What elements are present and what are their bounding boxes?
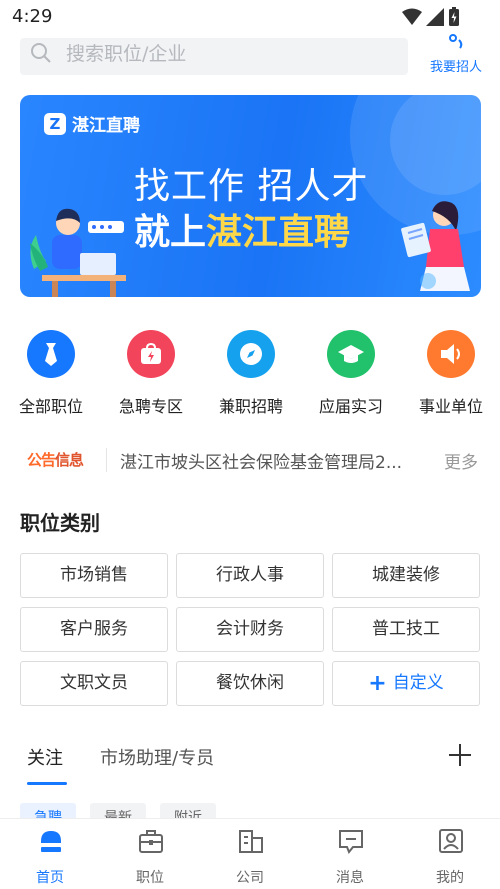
category-button[interactable]: 行政人事 [176,553,324,598]
quick-entry-label: 急聘专区 [118,397,183,416]
quick-entry-urgent[interactable]: 急聘专区 [105,330,195,420]
battery-icon [449,7,459,26]
quick-entry-graduates[interactable]: 应届实习 [305,330,395,420]
category-button[interactable]: 普工技工 [332,607,480,652]
banner-logo: Z 湛江直聘 [44,111,140,136]
recruit-label: 我要招人 [429,60,482,75]
bag-icon [127,330,175,378]
nav-label: 我的 [436,870,464,886]
status-bar: 4:29 [0,0,500,34]
nav-companies[interactable]: 公司 [215,827,285,887]
woman-with-document-illustration [401,201,470,291]
quick-entry-public-institutions[interactable]: 事业单位 [405,330,495,420]
bottom-navigation: 首页 职位 公司 消息 我的 [0,818,500,889]
quick-entry-label: 全部职位 [18,397,83,416]
category-button[interactable]: 市场销售 [20,553,168,598]
man-at-desk-illustration [30,208,126,297]
banner-subheadline-brand: 湛江直聘 [206,212,351,253]
status-time: 4:29 [12,6,53,27]
tie-icon [27,330,75,378]
nav-profile[interactable]: 我的 [415,827,485,887]
status-icons [402,7,460,27]
message-icon [339,830,363,854]
plus-icon: + [368,671,387,696]
notice-tag-part2: 信息 [55,451,84,469]
tab-following[interactable]: 关注 [27,744,63,770]
graduation-cap-icon [327,330,375,378]
category-button[interactable]: 餐饮休闲 [176,661,324,706]
banner-logo-text: 湛江直聘 [72,116,140,136]
quick-entry-all-jobs[interactable]: 全部职位 [5,330,95,420]
section-title: 职位类别 [20,511,100,535]
notice-text[interactable]: 湛江市坡头区社会保险基金管理局2... [120,448,430,473]
notice-tag: 公告信息 [27,449,84,470]
promo-banner[interactable]: Z 湛江直聘 找工作 招人才 就上湛江直聘 [20,95,481,297]
notice-tag-part1: 公告 [27,451,56,469]
search-placeholder: 搜索职位/企业 [66,43,187,65]
search-input[interactable]: 搜索职位/企业 [20,38,408,75]
building-icon [239,830,263,853]
nav-label: 消息 [336,870,364,886]
nav-label: 公司 [236,870,264,886]
notice-more-link[interactable]: 更多 [444,448,478,473]
category-button[interactable]: 城建装修 [332,553,480,598]
nav-label: 职位 [136,870,164,886]
category-button[interactable]: 会计财务 [176,607,324,652]
custom-category-label: 自定义 [392,673,444,693]
category-button[interactable]: 客户服务 [20,607,168,652]
notice-divider [106,448,107,472]
quick-entry-label: 兼职招聘 [218,397,283,416]
custom-category-button[interactable]: + 自定义 [332,661,480,706]
quick-entry-label: 应届实习 [318,397,383,416]
logo-icon: Z [44,112,66,135]
nav-label: 首页 [36,870,64,886]
tab-market-assistant[interactable]: 市场助理/专员 [100,744,214,770]
home-icon [41,831,61,852]
search-icon [31,43,51,63]
speaker-icon [427,330,475,378]
nav-home[interactable]: 首页 [15,827,85,887]
signal-icon [426,8,444,26]
compass-icon [227,330,275,378]
banner-headline: 找工作 招人才 [134,166,369,207]
nav-messages[interactable]: 消息 [315,827,385,887]
briefcase-icon [139,830,163,853]
quick-entry-label: 事业单位 [418,397,483,416]
banner-subheadline: 就上湛江直聘 [134,203,350,255]
profile-icon [439,829,463,853]
add-tab-icon[interactable] [449,744,471,766]
notice-bar[interactable]: 公告信息 湛江市坡头区社会保险基金管理局2... 更多 [0,440,500,480]
quick-entry-part-time[interactable]: 兼职招聘 [205,330,295,420]
nav-jobs[interactable]: 职位 [115,827,185,887]
recruit-button[interactable]: 我要招人 [424,34,488,76]
category-button[interactable]: 文职文员 [20,661,168,706]
recruit-icon [449,34,463,49]
wifi-icon [402,8,422,25]
banner-subheadline-prefix: 就上 [134,212,207,253]
tab-indicator [27,782,67,785]
